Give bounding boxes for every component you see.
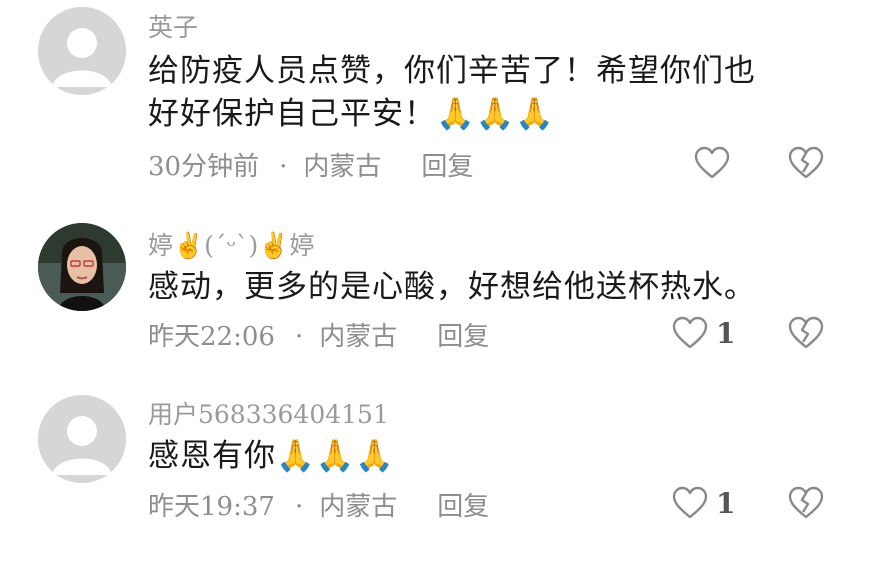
default-avatar-icon (38, 395, 126, 483)
comment-location: 内蒙古 (319, 322, 398, 352)
reply-button[interactable]: 回复 (437, 322, 489, 352)
comment-text-line: 好好保护自己平安！🙏🙏🙏 (148, 93, 838, 136)
reply-button[interactable]: 回复 (437, 492, 489, 522)
default-avatar-icon (38, 7, 126, 95)
comment-username[interactable]: 用户568336404151 (148, 395, 389, 431)
comment-username[interactable]: 英子 (148, 8, 198, 44)
comment-text-part: 感恩有你 (148, 438, 276, 474)
comment-meta: 30分钟前 · 内蒙古 回复 (148, 146, 473, 183)
like-button[interactable]: 1 (672, 315, 735, 351)
dislike-button[interactable] (788, 486, 824, 524)
comment-location: 内蒙古 (319, 492, 398, 522)
broken-heart-icon (788, 316, 824, 349)
comment-time: 昨天22:06 (148, 322, 275, 352)
meta-separator: · (294, 322, 304, 352)
comment-item: 英子 给防疫人员点赞，你们辛苦了！希望你们也 好好保护自己平安！🙏🙏🙏 30分钟… (0, 0, 876, 200)
pray-emoji: 🙏🙏🙏 (436, 96, 555, 132)
reply-button[interactable]: 回复 (421, 152, 473, 182)
comment-meta: 昨天19:37 · 内蒙古 回复 (148, 486, 489, 523)
avatar[interactable] (38, 7, 126, 95)
comment-text: 感动，更多的是心酸，好想给他送杯热水。 (148, 266, 838, 309)
avatar[interactable] (38, 223, 126, 311)
avatar[interactable] (38, 395, 126, 483)
pray-emoji: 🙏🙏🙏 (276, 438, 395, 474)
dislike-button[interactable] (788, 146, 824, 184)
comment-meta: 昨天22:06 · 内蒙古 回复 (148, 316, 489, 353)
comment-text-line: 感动，更多的是心酸，好想给他送杯热水。 (148, 269, 756, 305)
comment-text: 给防疫人员点赞，你们辛苦了！希望你们也 好好保护自己平安！🙏🙏🙏 (148, 50, 838, 136)
comment-text-part: 好好保护自己平安！ (148, 96, 436, 132)
comment-time: 30分钟前 (148, 152, 260, 182)
heart-outline-icon (694, 146, 730, 179)
like-count: 1 (716, 486, 736, 520)
comment-location: 内蒙古 (303, 152, 382, 182)
comment-text: 感恩有你🙏🙏🙏 (148, 435, 838, 478)
like-button[interactable] (694, 145, 738, 181)
like-button[interactable]: 1 (672, 485, 735, 521)
dislike-button[interactable] (788, 316, 824, 354)
comment-item: 婷✌(ˊᵕˋ)✌婷 感动，更多的是心酸，好想给他送杯热水。 昨天22:06 · 内蒙… (0, 210, 876, 380)
meta-separator: · (294, 492, 304, 522)
heart-outline-icon (672, 486, 708, 519)
comment-text-line: 感恩有你🙏🙏🙏 (148, 435, 838, 478)
heart-outline-icon (672, 316, 708, 349)
comment-time: 昨天19:37 (148, 492, 275, 522)
user-photo-avatar (38, 223, 126, 311)
meta-separator: · (279, 152, 288, 182)
broken-heart-icon (788, 146, 824, 179)
like-count: 1 (716, 316, 736, 350)
comment-item: 用户568336404151 感恩有你🙏🙏🙏 昨天19:37 · 内蒙古 回复 1 (0, 385, 876, 555)
comment-username[interactable]: 婷✌(ˊᵕˋ)✌婷 (148, 226, 314, 262)
broken-heart-icon (788, 486, 824, 519)
comment-text-line: 给防疫人员点赞，你们辛苦了！希望你们也 (148, 53, 756, 89)
